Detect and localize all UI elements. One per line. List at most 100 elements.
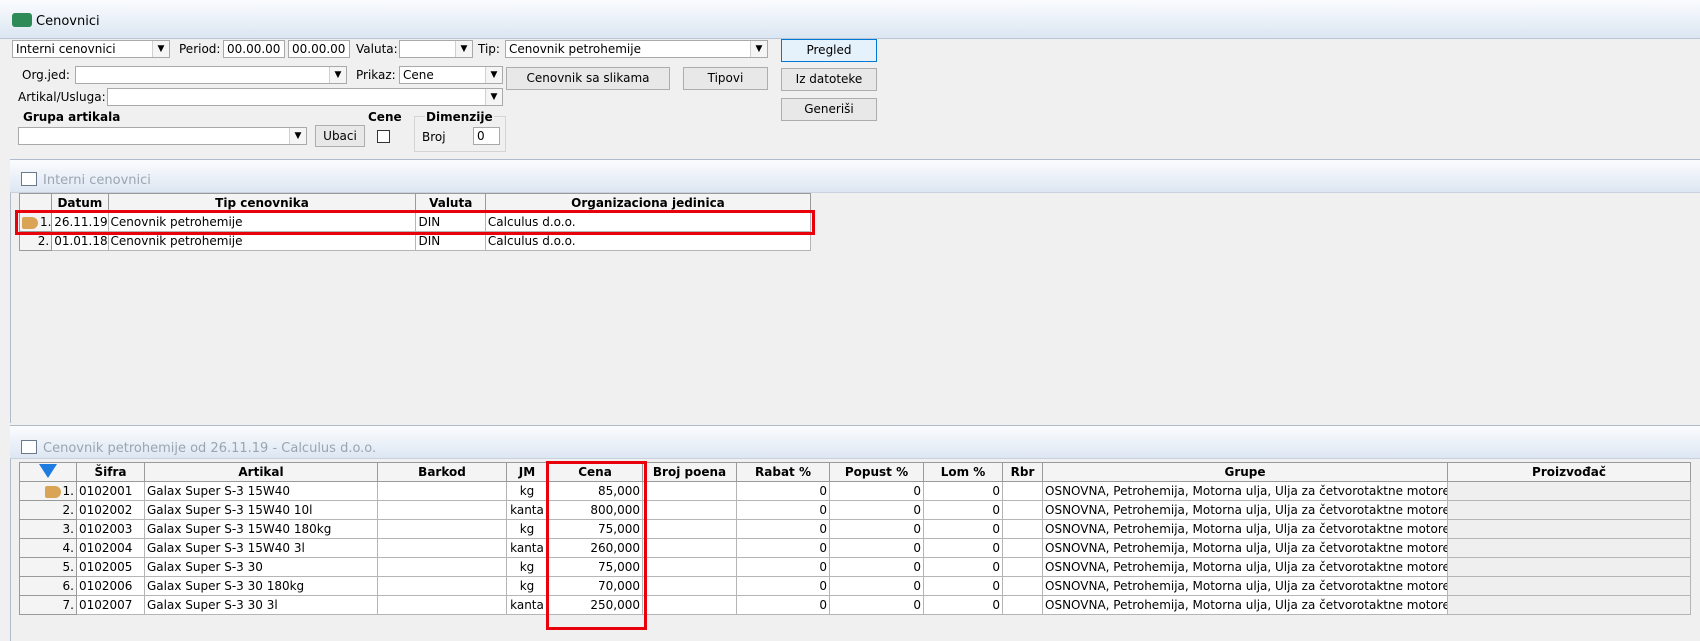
column-header-datum[interactable]: Datum xyxy=(51,193,109,213)
column-header-jm[interactable]: JM xyxy=(506,462,548,482)
jm-cell[interactable]: kanta xyxy=(506,538,548,558)
lom-cell[interactable]: 0 xyxy=(923,557,1003,577)
sifra-cell[interactable]: 0102001 xyxy=(76,481,145,501)
table-row[interactable]: 4. 0102004 Galax Super S-3 15W40 3l kant… xyxy=(19,538,1691,558)
row-number-cell[interactable]: 6. xyxy=(19,576,77,596)
artikal-cell[interactable]: Galax Super S-3 15W40 10l xyxy=(144,500,378,520)
table-row[interactable]: 2. 01.01.18 Cenovnik petrohemije DIN Cal… xyxy=(18,231,812,251)
rabat-cell[interactable]: 0 xyxy=(736,595,830,615)
filter-triangle-icon[interactable] xyxy=(39,463,57,478)
column-header-barkod[interactable]: Barkod xyxy=(377,462,507,482)
cena-cell[interactable]: 75,000 xyxy=(547,557,643,577)
artikal-cell[interactable]: Galax Super S-3 15W40 3l xyxy=(144,538,378,558)
row-number-cell[interactable]: 1. xyxy=(19,481,77,501)
ubaci-button[interactable]: Ubaci xyxy=(315,125,365,147)
orgjed-select[interactable]: ▼ xyxy=(75,66,347,84)
table-row[interactable]: 5. 0102005 Galax Super S-3 30 kg 75,000 … xyxy=(19,557,1691,577)
artikal-cell[interactable]: Galax Super S-3 15W40 180kg xyxy=(144,519,378,539)
cena-cell[interactable]: 250,000 xyxy=(547,595,643,615)
period-from-input[interactable]: 00.00.00 xyxy=(223,40,285,58)
barkod-cell[interactable] xyxy=(377,481,507,501)
tip-cell[interactable]: Cenovnik petrohemije xyxy=(107,212,417,232)
row-number-cell[interactable]: 3. xyxy=(19,519,77,539)
rabat-cell[interactable]: 0 xyxy=(736,538,830,558)
broj-poena-cell[interactable] xyxy=(642,576,737,596)
cena-cell[interactable]: 70,000 xyxy=(547,576,643,596)
grupe-cell[interactable]: OSNOVNA, Petrohemija, Motorna ulja, Ulja… xyxy=(1042,595,1448,615)
cene-checkbox[interactable] xyxy=(377,130,390,143)
jm-cell[interactable]: kg xyxy=(506,481,548,501)
cena-cell[interactable]: 85,000 xyxy=(547,481,643,501)
artikal-cell[interactable]: Galax Super S-3 30 180kg xyxy=(144,576,378,596)
rabat-cell[interactable]: 0 xyxy=(736,500,830,520)
rbr-cell[interactable] xyxy=(1002,538,1043,558)
lom-cell[interactable]: 0 xyxy=(923,576,1003,596)
lom-cell[interactable]: 0 xyxy=(923,500,1003,520)
column-header-cena[interactable]: Cena xyxy=(547,462,643,482)
popust-cell[interactable]: 0 xyxy=(829,519,924,539)
column-header-org[interactable]: Organizaciona jedinica xyxy=(484,193,812,213)
pricelist-type-select[interactable]: Interni cenovnici ▼ xyxy=(12,40,170,58)
sifra-cell[interactable]: 0102003 xyxy=(76,519,145,539)
popust-cell[interactable]: 0 xyxy=(829,538,924,558)
popust-cell[interactable]: 0 xyxy=(829,500,924,520)
jm-cell[interactable]: kanta xyxy=(506,595,548,615)
valuta-cell[interactable]: DIN xyxy=(415,231,486,251)
tip-select[interactable]: Cenovnik petrohemije ▼ xyxy=(505,40,768,58)
period-to-input[interactable]: 00.00.00 xyxy=(288,40,350,58)
proizvodjac-cell[interactable] xyxy=(1447,500,1691,520)
lom-cell[interactable]: 0 xyxy=(923,481,1003,501)
proizvodjac-cell[interactable] xyxy=(1447,519,1691,539)
valuta-cell[interactable]: DIN xyxy=(415,212,486,232)
broj-poena-cell[interactable] xyxy=(642,500,737,520)
rbr-cell[interactable] xyxy=(1002,519,1043,539)
barkod-cell[interactable] xyxy=(377,500,507,520)
sifra-cell[interactable]: 0102006 xyxy=(76,576,145,596)
jm-cell[interactable]: kg xyxy=(506,557,548,577)
proizvodjac-cell[interactable] xyxy=(1447,576,1691,596)
generisi-button[interactable]: Generiši xyxy=(781,98,877,121)
sifra-cell[interactable]: 0102002 xyxy=(76,500,145,520)
cena-cell[interactable]: 75,000 xyxy=(547,519,643,539)
popust-cell[interactable]: 0 xyxy=(829,595,924,615)
pregled-button[interactable]: Pregled xyxy=(781,39,877,62)
grupa-select[interactable]: ▼ xyxy=(18,127,307,145)
tip-cell[interactable]: Cenovnik petrohemije xyxy=(107,231,417,251)
datum-cell[interactable]: 26.11.19 xyxy=(51,212,109,232)
grupe-cell[interactable]: OSNOVNA, Petrohemija, Motorna ulja, Ulja… xyxy=(1042,519,1448,539)
barkod-cell[interactable] xyxy=(377,519,507,539)
barkod-cell[interactable] xyxy=(377,538,507,558)
proizvodjac-cell[interactable] xyxy=(1447,557,1691,577)
sifra-cell[interactable]: 0102005 xyxy=(76,557,145,577)
artikal-cell[interactable]: Galax Super S-3 30 xyxy=(144,557,378,577)
cena-cell[interactable]: 800,000 xyxy=(547,500,643,520)
grupe-cell[interactable]: OSNOVNA, Petrohemija, Motorna ulja, Ulja… xyxy=(1042,500,1448,520)
jm-cell[interactable]: kg xyxy=(506,576,548,596)
jm-cell[interactable]: kg xyxy=(506,519,548,539)
rabat-cell[interactable]: 0 xyxy=(736,481,830,501)
rabat-cell[interactable]: 0 xyxy=(736,557,830,577)
filter-header[interactable] xyxy=(19,462,77,482)
row-number-cell[interactable]: 2. xyxy=(18,231,53,251)
rbr-cell[interactable] xyxy=(1002,595,1043,615)
column-header-tip[interactable]: Tip cenovnika xyxy=(107,193,417,213)
cena-cell[interactable]: 260,000 xyxy=(547,538,643,558)
sifra-cell[interactable]: 0102007 xyxy=(76,595,145,615)
proizvodjac-cell[interactable] xyxy=(1447,481,1691,501)
lom-cell[interactable]: 0 xyxy=(923,595,1003,615)
rbr-cell[interactable] xyxy=(1002,557,1043,577)
iz-datoteke-button[interactable]: Iz datoteke xyxy=(781,68,877,91)
prikaz-select[interactable]: Cene ▼ xyxy=(399,66,503,84)
broj-input[interactable]: 0 xyxy=(473,127,500,145)
datum-cell[interactable]: 01.01.18 xyxy=(51,231,109,251)
rabat-cell[interactable]: 0 xyxy=(736,576,830,596)
lom-cell[interactable]: 0 xyxy=(923,538,1003,558)
rbr-cell[interactable] xyxy=(1002,500,1043,520)
popust-cell[interactable]: 0 xyxy=(829,557,924,577)
broj-poena-cell[interactable] xyxy=(642,538,737,558)
grupe-cell[interactable]: OSNOVNA, Petrohemija, Motorna ulja, Ulja… xyxy=(1042,538,1448,558)
broj-poena-cell[interactable] xyxy=(642,557,737,577)
lom-cell[interactable]: 0 xyxy=(923,519,1003,539)
column-header-popust[interactable]: Popust % xyxy=(829,462,924,482)
barkod-cell[interactable] xyxy=(377,595,507,615)
